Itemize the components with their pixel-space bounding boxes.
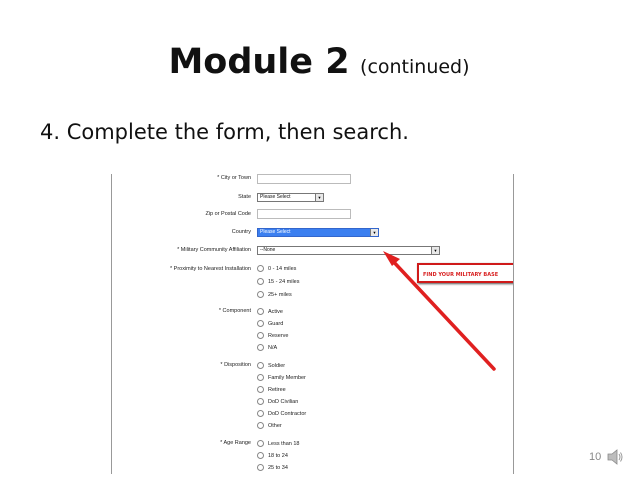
- callout-text: Find your military base: [423, 272, 499, 278]
- slide-title-suffix: (continued): [360, 56, 470, 78]
- page-number: 10: [589, 451, 602, 463]
- instruction-bullet: 4. Complete the form, then search.: [40, 120, 409, 144]
- callout-arrow: [383, 251, 496, 371]
- slide-title: Module 2 (continued): [0, 42, 638, 82]
- speaker-icon[interactable]: [606, 448, 624, 466]
- slide-title-main: Module 2: [168, 42, 350, 82]
- form-screenshot: * City or Town State Please Select ▼ Zip…: [111, 174, 514, 474]
- callout-box: Find your military base: [417, 263, 513, 283]
